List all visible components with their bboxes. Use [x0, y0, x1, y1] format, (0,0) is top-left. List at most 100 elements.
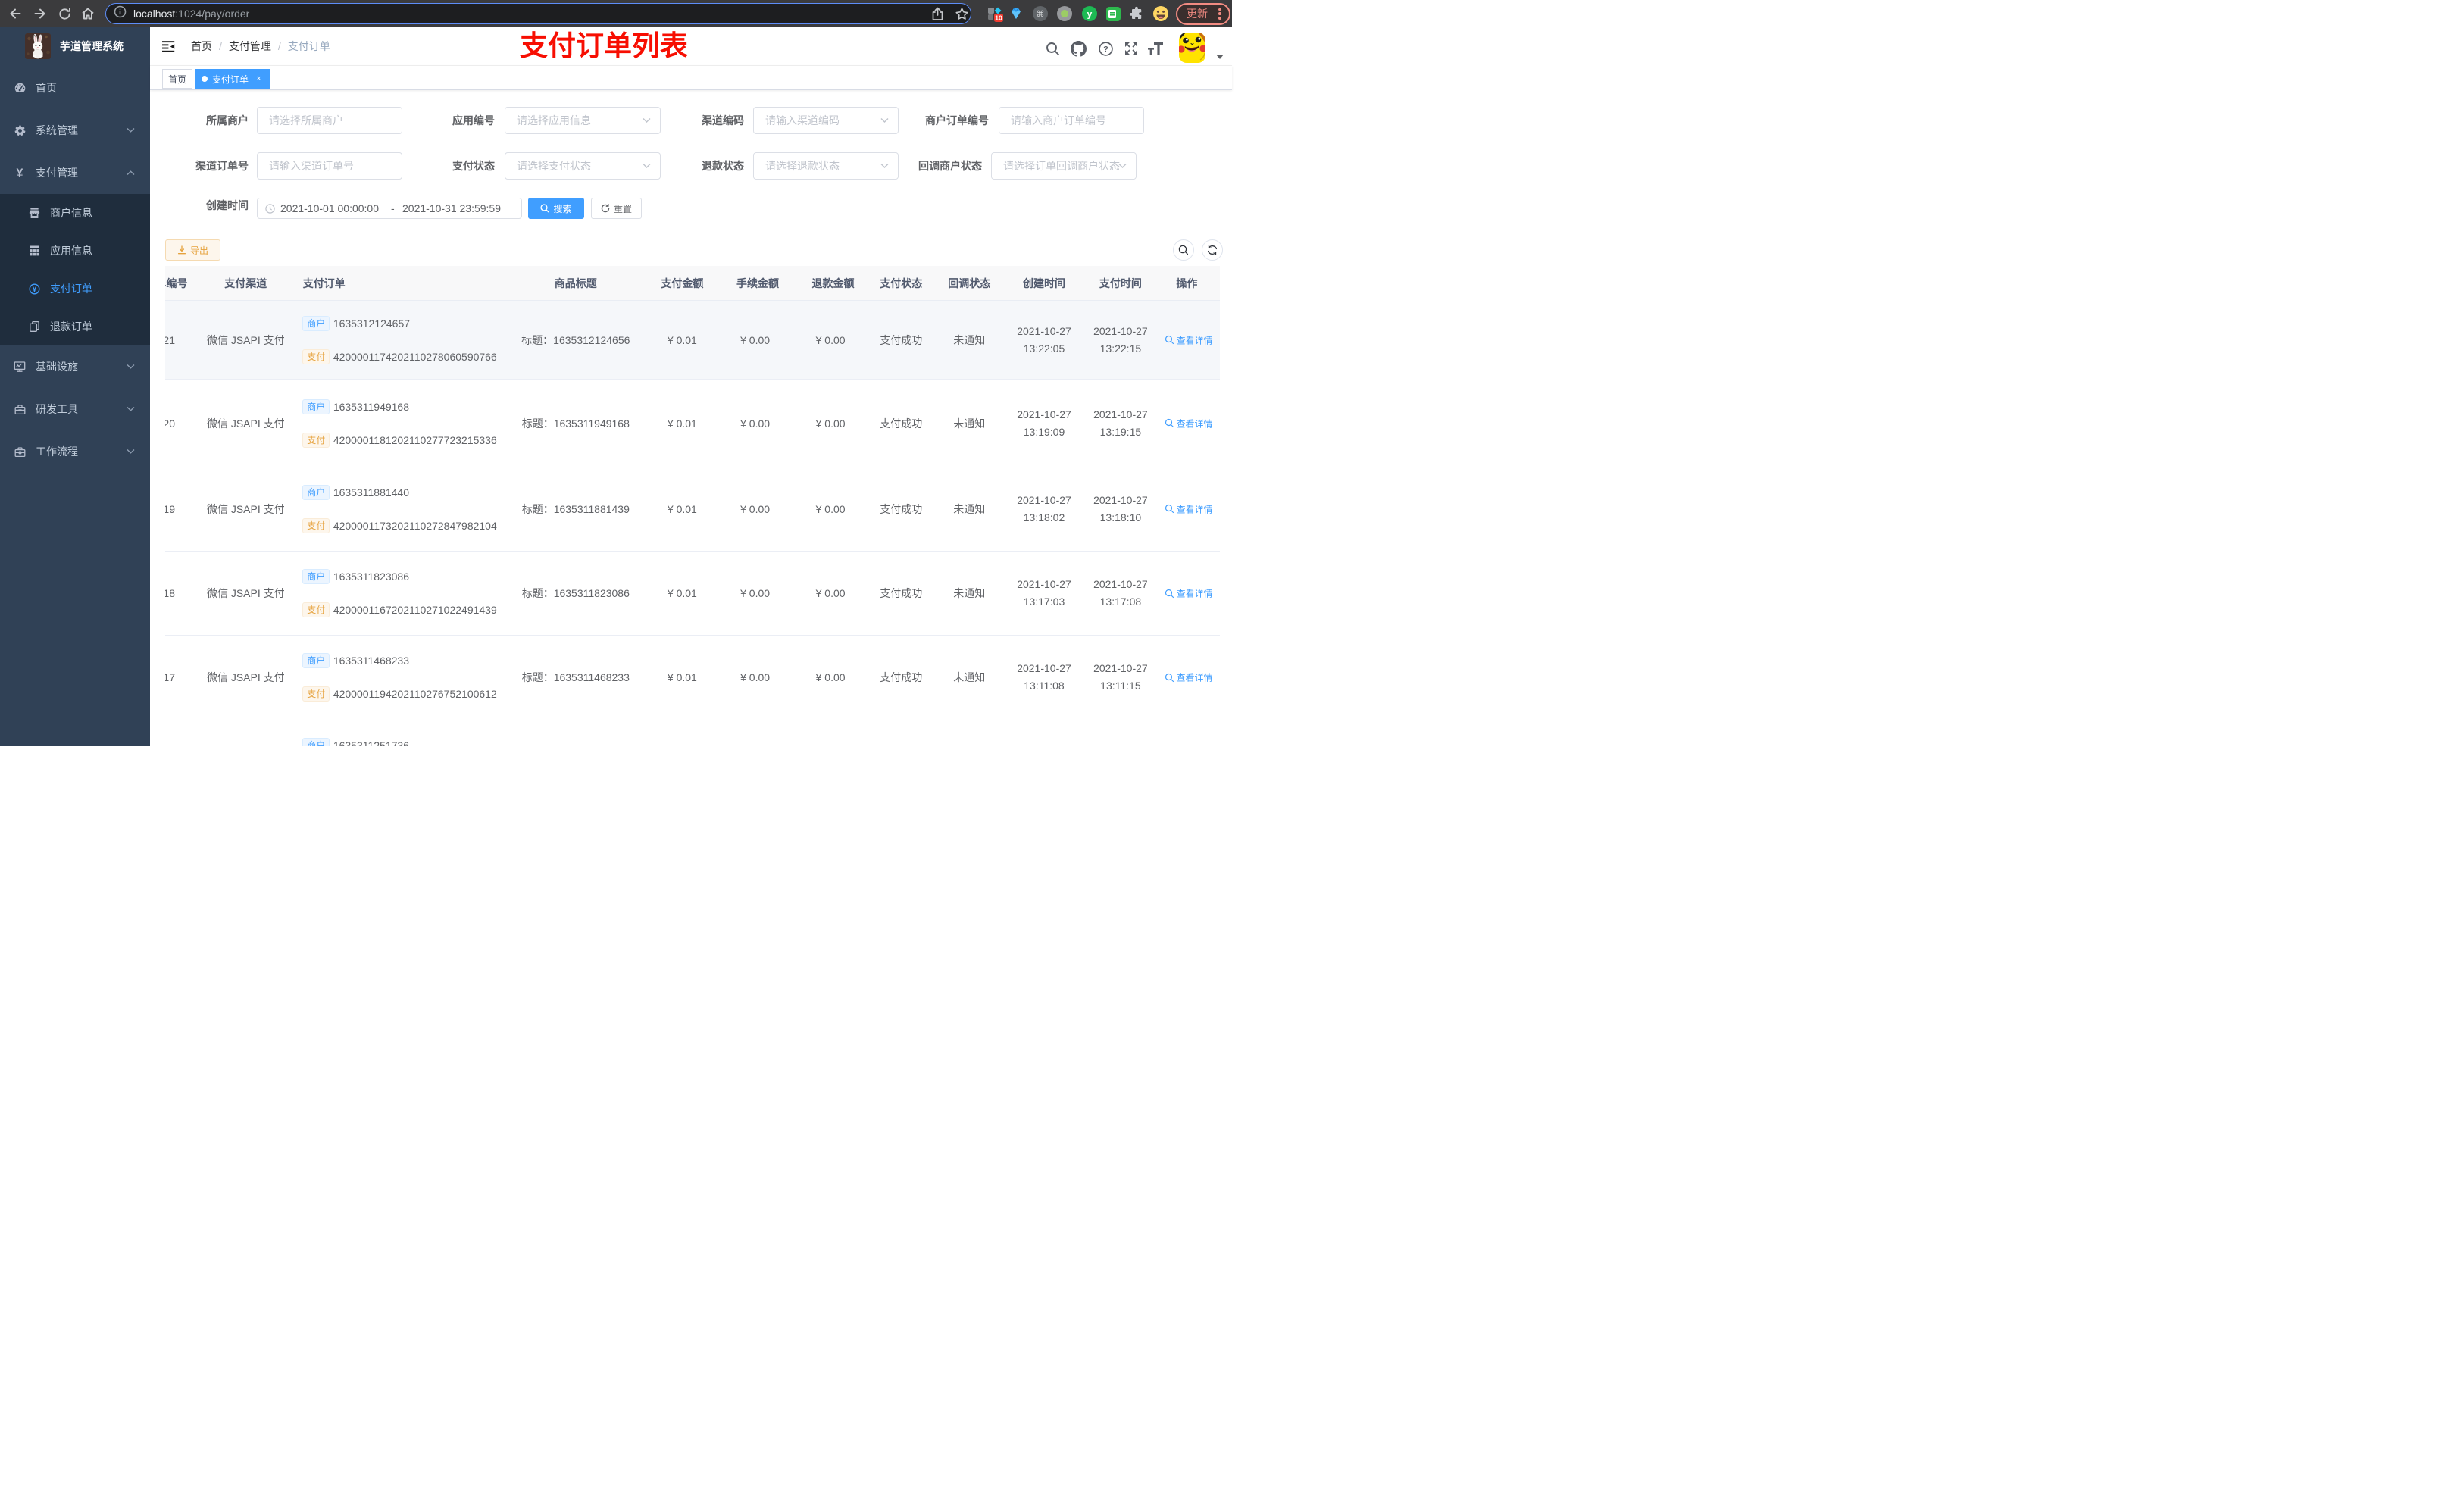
refresh-button[interactable]: [1202, 239, 1223, 261]
browser-home-icon[interactable]: [79, 5, 97, 23]
col-header-10: 支付时间: [1099, 277, 1142, 289]
pay-time: 13:18:10: [1099, 511, 1142, 524]
filter-select-channel-code[interactable]: 请输入渠道编码: [753, 107, 899, 134]
cell-notify: 未通知: [953, 587, 986, 600]
placeholder-text: 请选择支付状态: [517, 160, 591, 172]
placeholder-text: 请选择订单回调商户状态: [1003, 160, 1120, 172]
browser-forward-icon[interactable]: [31, 5, 49, 23]
extension-y-icon[interactable]: y: [1080, 5, 1099, 23]
view-detail-link[interactable]: 查看详情: [1165, 671, 1213, 684]
gear-icon: [14, 124, 26, 136]
chevron-down-icon: [127, 406, 135, 411]
sidebar-item-1[interactable]: 系统管理: [0, 109, 150, 152]
menu-label: 系统管理: [36, 124, 78, 136]
sidebar-item-0[interactable]: 首页: [0, 67, 150, 109]
cell-refund: ¥ 0.00: [815, 417, 846, 430]
filter-select-callback-status[interactable]: 请选择订单回调商户状态: [991, 152, 1137, 180]
cell-title: 标题：1635311823086: [521, 587, 630, 600]
tab-pay-order[interactable]: 支付订单 ×: [195, 69, 270, 89]
breadcrumb-separator: /: [219, 40, 222, 52]
cell-pay-time: 2021-10-27 13:11:15: [1093, 660, 1148, 695]
browser-url-bar[interactable]: localhost:1024/pay/order: [105, 3, 971, 24]
sidebar-item-8[interactable]: 研发工具: [0, 388, 150, 430]
table-row-1: 20 微信 JSAPI 支付 商户 1635311949168 支付 4200001181…: [165, 380, 1220, 468]
url-host: localhost: [133, 8, 176, 20]
filter-input-channel-order-no[interactable]: 请输入渠道订单号: [257, 152, 402, 180]
caret-down-icon[interactable]: [1216, 55, 1224, 59]
view-detail-link[interactable]: 查看详情: [1165, 502, 1213, 515]
fullscreen-icon[interactable]: [1124, 30, 1138, 67]
filter-input-merchant-order-no[interactable]: 请输入商户订单编号: [999, 107, 1144, 134]
filter-select-app[interactable]: 请选择应用信息: [505, 107, 661, 134]
cell-channel: 微信 JSAPI 支付: [206, 671, 285, 684]
search-button[interactable]: 搜索: [528, 198, 584, 219]
hamburger-icon[interactable]: [162, 41, 175, 52]
tab-home[interactable]: 首页: [162, 69, 193, 89]
sidebar-item-7[interactable]: 基础设施: [0, 345, 150, 388]
extensions-puzzle-icon[interactable]: [1127, 5, 1146, 23]
sidebar-logo[interactable]: 芋道管理系统: [0, 27, 150, 65]
table-row-2: 19 微信 JSAPI 支付 商户 1635311881440 支付 4200001173…: [165, 467, 1220, 552]
browser-reload-icon[interactable]: [55, 5, 73, 23]
create-date: 2021-10-27: [1017, 324, 1071, 337]
avatar[interactable]: [1179, 33, 1205, 63]
extension-card-icon[interactable]: [1104, 5, 1122, 23]
view-detail-link[interactable]: 查看详情: [1165, 587, 1213, 600]
help-icon[interactable]: ?: [1098, 30, 1113, 67]
cell-channel: 微信 JSAPI 支付: [206, 333, 285, 346]
sidebar-item-5[interactable]: ¥ 支付订单: [0, 270, 150, 308]
pay-date: 2021-10-27: [1093, 578, 1148, 591]
font-size-icon[interactable]: [1147, 30, 1164, 67]
cell-pay-time: 2021-10-27 13:22:15: [1093, 323, 1148, 358]
date-start-value[interactable]: 2021-10-01 00:00:00: [280, 202, 379, 214]
sidebar-item-2[interactable]: ¥ 支付管理: [0, 152, 150, 194]
view-detail-link[interactable]: 查看详情: [1165, 333, 1213, 346]
create-time: 13:19:09: [1023, 425, 1065, 438]
sidebar-item-6[interactable]: 退款订单: [0, 308, 150, 345]
extension-gem-icon[interactable]: [1007, 5, 1025, 23]
breadcrumb-pay[interactable]: 支付管理: [229, 39, 271, 54]
browser-back-icon[interactable]: [6, 5, 24, 23]
logo-rabbit-image: [25, 33, 51, 59]
pay-order-no: 4200001174202110278060590766: [333, 350, 497, 363]
browser-menu-icon[interactable]: [1218, 8, 1222, 20]
extension-colorpick-icon[interactable]: 10: [986, 5, 1004, 23]
cell-create-time: 2021-10-27 13:19:09: [1017, 406, 1071, 441]
svg-text:¥: ¥: [17, 167, 23, 179]
site-info-icon[interactable]: [114, 5, 127, 22]
col-header-0: 单编号: [165, 277, 188, 289]
bookmark-star-icon[interactable]: [952, 5, 971, 23]
filter-label-pay-status: 支付状态: [452, 160, 495, 172]
sidebar-item-9[interactable]: 工作流程: [0, 430, 150, 473]
sidebar-item-4[interactable]: 应用信息: [0, 232, 150, 270]
tab-close-icon[interactable]: ×: [254, 73, 264, 84]
merchant-tag: 商户: [302, 569, 330, 585]
github-icon[interactable]: [1071, 30, 1087, 67]
filter-select-refund-status[interactable]: 请选择退款状态: [753, 152, 899, 180]
browser-update-button[interactable]: 更新: [1176, 2, 1230, 25]
profile-emoji-icon[interactable]: [1152, 5, 1170, 23]
view-detail-icon: [1165, 335, 1174, 345]
header-search-icon[interactable]: [1045, 30, 1060, 67]
col-header-9: 创建时间: [1023, 277, 1065, 289]
extension-record-icon[interactable]: [1055, 5, 1074, 23]
cell-fee: ¥ 0.00: [740, 333, 771, 346]
col-header-2: 支付订单: [302, 277, 346, 289]
filter-date-range[interactable]: 2021-10-01 00:00:00 - 2021-10-31 23:59:5…: [257, 198, 522, 219]
view-detail-link[interactable]: 查看详情: [1165, 417, 1213, 430]
create-time: 13:17:03: [1023, 595, 1065, 608]
pay-date: 2021-10-27: [1093, 662, 1148, 675]
reset-button[interactable]: 重置: [591, 198, 642, 219]
sidebar-item-3[interactable]: 商户信息: [0, 194, 150, 232]
menu-label: 商户信息: [50, 207, 92, 219]
filter-select-pay-status[interactable]: 请选择支付状态: [505, 152, 661, 180]
svg-text:¥: ¥: [33, 285, 37, 292]
share-icon[interactable]: [928, 5, 946, 23]
extension-command-icon[interactable]: ⌘: [1031, 5, 1049, 23]
filter-input-merchant[interactable]: 请选择所属商户: [257, 107, 402, 134]
toggle-search-button[interactable]: [1173, 239, 1194, 261]
view-detail-icon: [1165, 589, 1174, 598]
export-button[interactable]: 导出: [165, 239, 220, 261]
breadcrumb-home[interactable]: 首页: [191, 39, 212, 54]
date-end-value[interactable]: 2021-10-31 23:59:59: [402, 202, 501, 214]
